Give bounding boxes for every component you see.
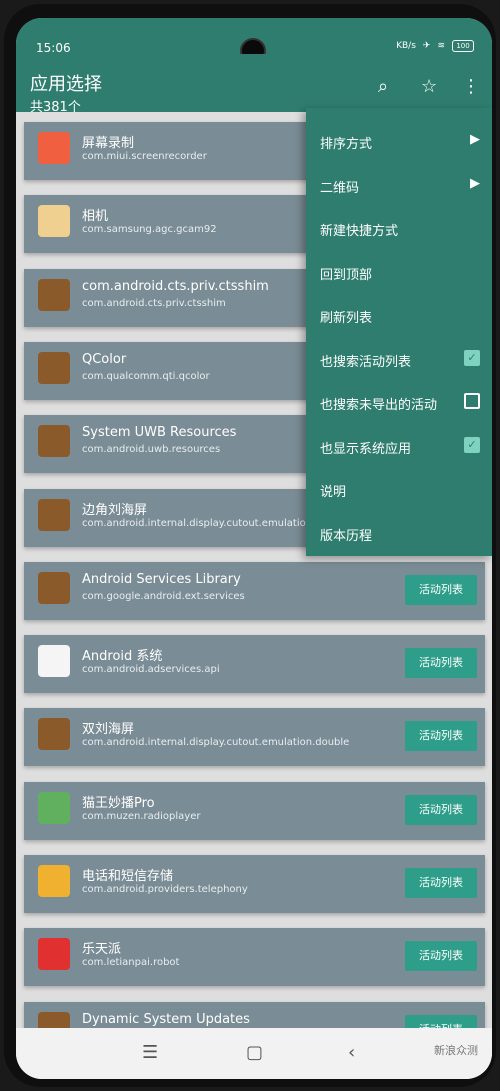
app-package: com.android.adservices.api [82, 664, 220, 676]
app-name: 电话和短信存储 [82, 869, 174, 884]
activity-list-button[interactable]: 活动列表 [405, 941, 477, 972]
menu-checkbox[interactable]: ✓ [464, 349, 480, 366]
menu-item[interactable]: 版本历程 [306, 512, 492, 556]
app-name: Dynamic System Updates [82, 1011, 250, 1027]
app-package: com.android.internal.display.cutout.emul… [82, 737, 350, 749]
app-package: com.muzen.radioplayer [82, 810, 201, 822]
phone-frame: 15:06 KB/s ✈ ≋ 100 应用选择 共381个 ⌕ ☆ ⋮ 屏幕录制… [4, 4, 496, 1087]
app-name: QColor [82, 351, 127, 367]
menu-item[interactable]: 也显示系统应用 ✓ [306, 425, 492, 469]
app-list-item[interactable]: 双刘海屏 com.android.internal.display.cutout.… [24, 708, 485, 767]
app-name: System UWB Resources [82, 425, 237, 441]
menu-item[interactable]: 说明 [306, 468, 492, 512]
app-list-item[interactable]: 猫王妙播Pro com.muzen.radioplayer 活动列表 [24, 781, 485, 840]
app-icon [38, 278, 70, 311]
menu-item-label: 二维码 [320, 180, 360, 196]
app-icon [38, 351, 70, 384]
app-icon [38, 645, 70, 678]
app-icon [38, 425, 70, 458]
app-package: com.qualcomm.qti.qcolor [82, 370, 210, 382]
screen: 15:06 KB/s ✈ ≋ 100 应用选择 共381个 ⌕ ☆ ⋮ 屏幕录制… [16, 18, 492, 1079]
app-count: 共381个 [30, 100, 81, 115]
app-name: 屏幕录制 [82, 136, 135, 151]
app-package: com.samsung.agc.gcam92 [82, 224, 217, 236]
menu-item-label: 说明 [320, 485, 347, 500]
activity-list-button[interactable]: 活动列表 [405, 648, 477, 679]
activity-list-button[interactable]: 活动列表 [405, 721, 477, 752]
airplane-icon: ✈ [422, 41, 431, 51]
app-icon [38, 205, 70, 238]
more-vert-icon[interactable]: ⋮ [462, 76, 480, 97]
app-name: 乐天派 [82, 942, 122, 958]
app-package: com.google.android.ext.services [82, 590, 245, 602]
app-package: com.android.uwb.resources [82, 444, 221, 456]
menu-item[interactable]: 回到顶部 [306, 251, 492, 295]
menu-item-label: 版本历程 [320, 528, 373, 544]
app-icon [38, 938, 70, 971]
activity-list-button[interactable]: 活动列表 [405, 574, 477, 605]
submenu-arrow-icon: ▶ [470, 175, 480, 191]
app-package: com.letianpai.robot [82, 957, 180, 969]
star-icon[interactable]: ☆ [421, 76, 437, 97]
menu-item[interactable]: 排序方式 ▶ [306, 120, 492, 164]
app-list-item[interactable]: 乐天派 com.letianpai.robot 活动列表 [24, 928, 485, 987]
menu-item[interactable]: 也搜索未导出的活动 [306, 381, 492, 425]
menu-item-label: 也搜索未导出的活动 [320, 398, 438, 413]
wifi-icon: ≋ [437, 41, 445, 51]
activity-list-button[interactable]: 活动列表 [405, 794, 477, 825]
watermark: 新浪众测 [434, 1044, 478, 1057]
app-name: Android 系统 [82, 649, 163, 665]
navigation-bar: ☰ ▢ ‹ 新浪众测 [16, 1028, 492, 1079]
app-icon [38, 132, 70, 164]
menu-item-label: 也搜索活动列表 [320, 354, 412, 370]
app-list-item[interactable]: 电话和短信存储 com.android.providers.telephony 活动… [24, 855, 485, 913]
app-bar: 应用选择 共381个 ⌕ ☆ ⋮ [16, 54, 492, 115]
app-list-item[interactable]: Android 系统 com.android.adservices.api 活动列表 [24, 635, 485, 694]
menu-item[interactable]: 二维码 ▶ [306, 164, 492, 208]
app-icon [38, 498, 70, 531]
app-icon [38, 791, 70, 824]
menu-item[interactable]: 刷新列表 [306, 294, 492, 338]
menu-item-label: 也显示系统应用 [320, 441, 412, 457]
battery-icon: 100 [452, 40, 474, 52]
menu-item-label: 新建快捷方式 [320, 224, 399, 239]
menu-checkbox[interactable]: ✓ [464, 436, 480, 453]
network-speed: KB/s [396, 41, 416, 51]
menu-item[interactable]: 新建快捷方式 [306, 207, 492, 251]
app-name: 双刘海屏 [82, 722, 135, 738]
back-icon[interactable]: ‹ [348, 1042, 355, 1063]
status-icons: KB/s ✈ ≋ 100 [396, 40, 474, 52]
page-title: 应用选择 [30, 74, 102, 95]
menu-item-label: 刷新列表 [320, 311, 373, 326]
app-name: com.android.cts.priv.ctsshim [82, 278, 269, 294]
app-icon [38, 865, 70, 897]
app-package: com.miui.screenrecorder [82, 151, 207, 162]
app-name: 猫王妙播Pro [82, 795, 155, 811]
menu-item-label: 排序方式 [320, 137, 373, 152]
app-icon [38, 571, 70, 604]
app-package: com.android.providers.telephony [82, 884, 248, 895]
app-list-item[interactable]: Android Services Library com.google.andro… [24, 561, 485, 620]
activity-list-button[interactable]: 活动列表 [405, 868, 477, 898]
menu-checkbox[interactable] [464, 393, 480, 409]
app-name: Android Services Library [82, 571, 241, 587]
app-icon [38, 718, 70, 751]
search-icon[interactable]: ⌕ [378, 76, 388, 97]
menu-item-label: 回到顶部 [320, 267, 373, 283]
overflow-menu: 排序方式 ▶ 二维码 ▶ 新建快捷方式 回到顶部刷新列表也搜索活动列表 ✓ 也搜索未导出的活动… [306, 108, 492, 556]
status-time: 15:06 [36, 41, 71, 55]
menu-icon[interactable]: ☰ [142, 1042, 158, 1063]
submenu-arrow-icon: ▶ [470, 132, 480, 147]
app-package: com.android.cts.priv.ctsshim [82, 297, 226, 309]
app-name: 边角刘海屏 [82, 502, 148, 518]
app-name: 相机 [82, 209, 109, 225]
home-icon[interactable]: ▢ [246, 1042, 263, 1063]
menu-item[interactable]: 也搜索活动列表 ✓ [306, 338, 492, 382]
